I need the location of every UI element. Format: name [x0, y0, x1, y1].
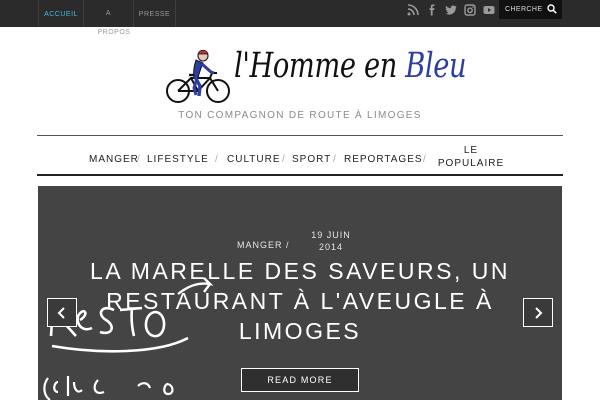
cyclist-logo-icon	[166, 49, 230, 103]
nav-item-le-populaire[interactable]: LE POPULAIRE	[435, 144, 507, 170]
nav-item-manger[interactable]: MANGER	[89, 154, 139, 165]
post-category-label: MANGER	[237, 240, 283, 250]
nav-item-reportages[interactable]: REPORTAGES	[344, 154, 423, 165]
top-bar: ACCUEIL A PROPOS PRESSE	[0, 0, 600, 36]
rss-icon[interactable]	[407, 4, 419, 16]
search-icon[interactable]	[547, 4, 557, 14]
top-nav-about-label: A PROPOS	[97, 10, 131, 36]
post-category[interactable]: MANGER /	[237, 240, 290, 250]
social-links	[407, 4, 495, 16]
instagram-icon[interactable]	[464, 4, 476, 16]
nav-separator: /	[282, 154, 285, 165]
site-tagline: TON COMPAGNON DE ROUTE À LIMOGES	[178, 110, 422, 121]
site-logo[interactable]: l'Homme en Bleu	[166, 42, 467, 106]
top-nav-press[interactable]: PRESSE	[134, 0, 176, 27]
slider-prev-button[interactable]	[47, 298, 77, 327]
top-nav-home[interactable]: ACCUEIL	[38, 0, 84, 27]
nav-separator: /	[333, 154, 336, 165]
nav-item-culture[interactable]: CULTURE	[227, 154, 280, 165]
chevron-right-icon	[535, 306, 543, 319]
logo-wordmark: l'Homme en Bleu	[234, 46, 467, 86]
slider-next-button[interactable]	[523, 298, 553, 327]
chevron-left-icon	[57, 306, 65, 319]
top-nav: ACCUEIL A PROPOS PRESSE	[38, 0, 176, 36]
post-title[interactable]: LA MARELLE DES SAVEURS, UN RESTAURANT À …	[78, 256, 522, 346]
facebook-icon[interactable]	[426, 4, 438, 16]
youtube-icon[interactable]	[483, 4, 495, 16]
post-date: 19 JUIN 2014	[311, 230, 351, 252]
nav-separator: /	[423, 154, 426, 165]
nav-separator: /	[137, 154, 140, 165]
main-nav: MANGER / LIFESTYLE / CULTURE / SPORT / R…	[37, 135, 563, 176]
top-nav-about[interactable]: A PROPOS	[84, 0, 134, 36]
twitter-icon[interactable]	[445, 4, 457, 16]
nav-separator: /	[215, 154, 218, 165]
logo-text-blue: Bleu	[405, 46, 467, 86]
search-box	[499, 0, 562, 19]
nav-item-sport[interactable]: SPORT	[292, 154, 331, 165]
nav-item-lifestyle[interactable]: LIFESTYLE	[147, 154, 209, 165]
search-input[interactable]	[505, 6, 543, 13]
logo-text-black: l'Homme en	[234, 46, 406, 86]
read-more-button[interactable]: READ MORE	[241, 368, 359, 392]
featured-slider: MANGER / 19 JUIN 2014 LA MARELLE DES SAV…	[38, 186, 562, 400]
